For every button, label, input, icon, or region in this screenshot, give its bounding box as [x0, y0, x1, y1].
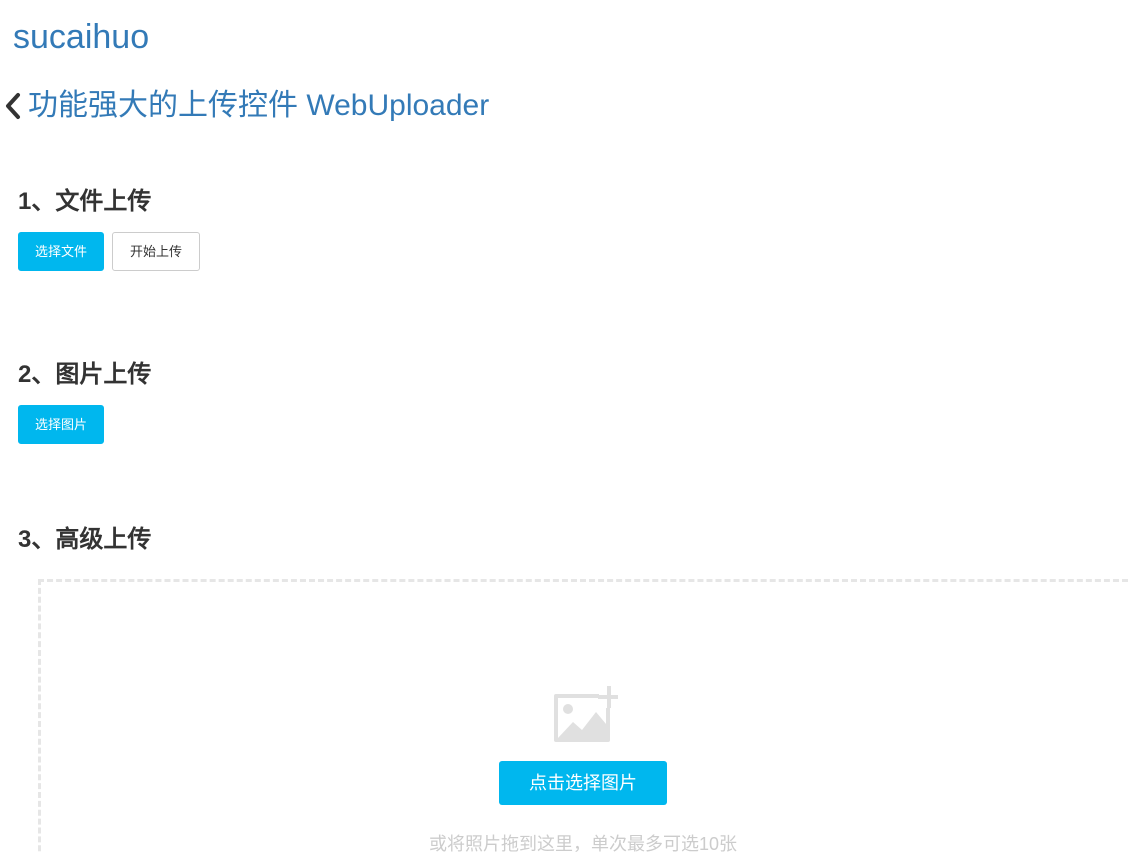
select-images-button[interactable]: 点击选择图片: [499, 761, 667, 805]
pick-file-button[interactable]: 选择文件: [18, 232, 104, 271]
section-title-advanced-upload: 3、高级上传: [18, 526, 152, 553]
page: sucaihuo 功能强大的上传控件 WebUploader 1、文件上传 选择…: [0, 0, 1128, 853]
pick-image-button[interactable]: 选择图片: [18, 405, 104, 444]
page-title: 功能强大的上传控件 WebUploader: [28, 89, 490, 122]
chevron-left-icon: [2, 91, 24, 121]
add-image-icon: [553, 686, 619, 744]
back-title-link[interactable]: 功能强大的上传控件 WebUploader: [2, 86, 489, 126]
brand-logo-link[interactable]: sucaihuo: [13, 17, 149, 57]
section-title-file-upload: 1、文件上传: [18, 188, 152, 215]
section-title-image-upload: 2、图片上传: [18, 361, 152, 388]
drop-hint-text: 或将照片拖到这里，单次最多可选10张: [428, 834, 738, 853]
start-upload-button[interactable]: 开始上传: [112, 232, 200, 271]
